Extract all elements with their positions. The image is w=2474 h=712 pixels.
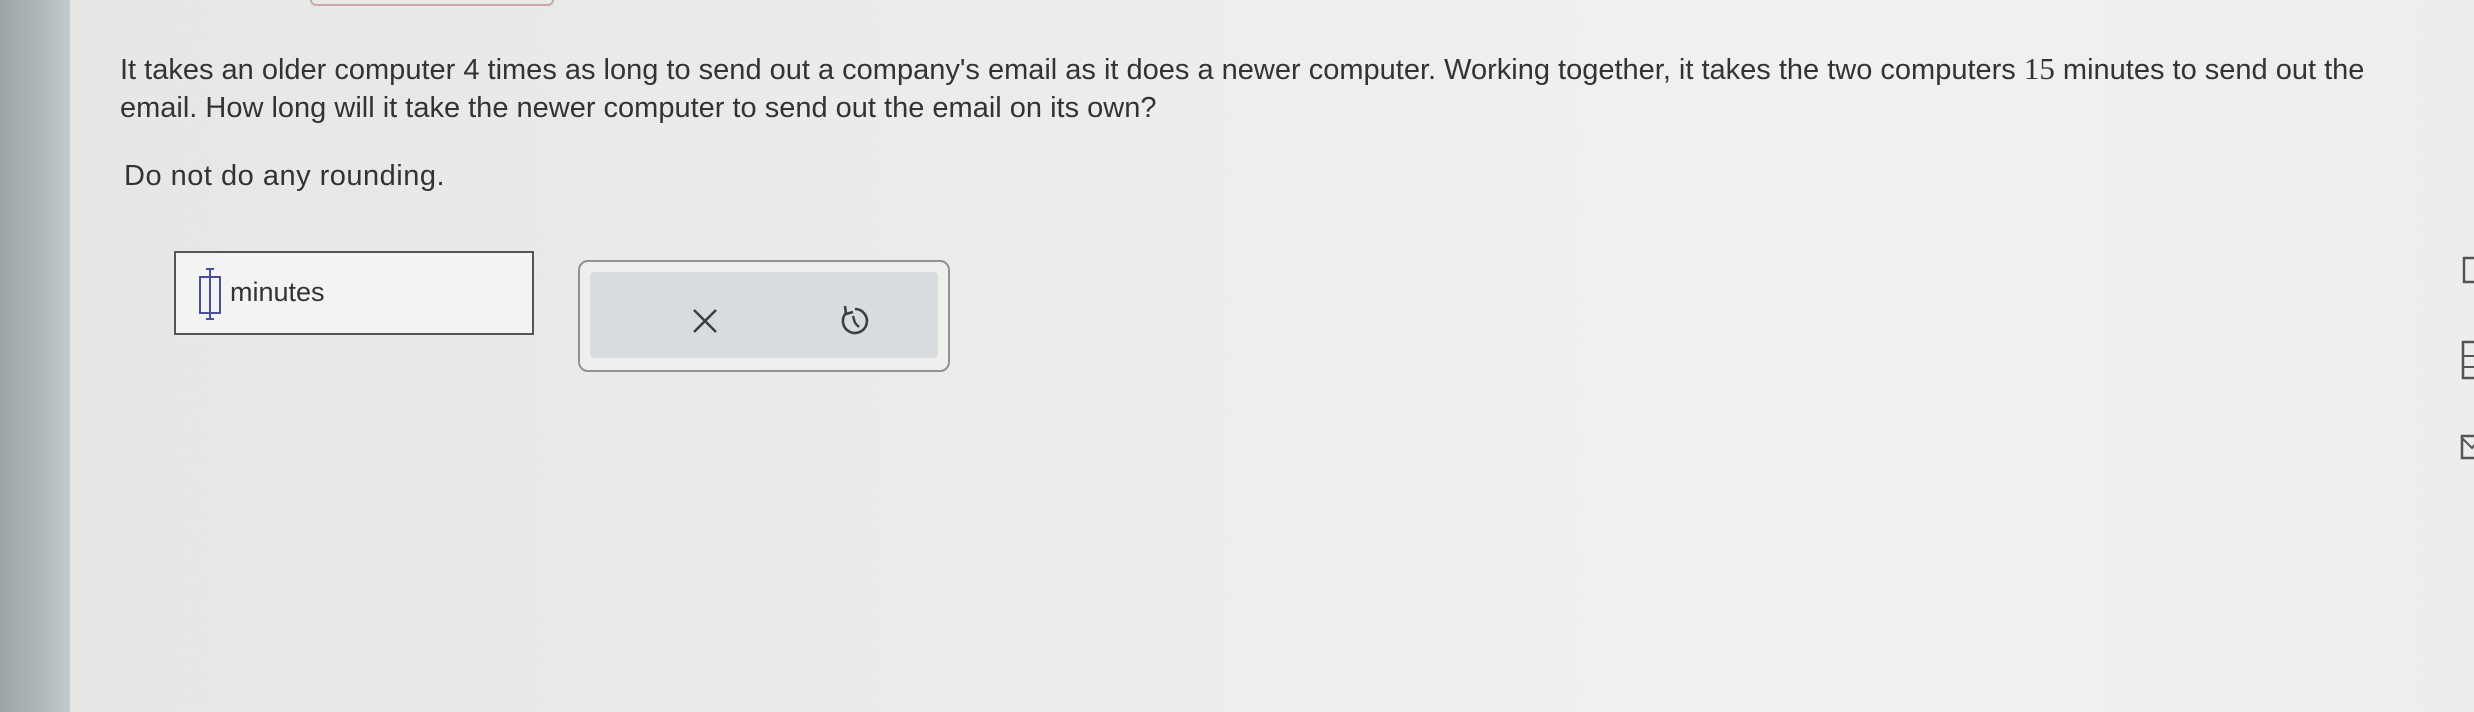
screen-bezel — [0, 0, 70, 712]
answer-input[interactable] — [196, 267, 226, 319]
answer-box[interactable]: minutes — [174, 251, 534, 335]
question-part-1: It takes an older computer 4 times as lo… — [120, 54, 2024, 86]
close-x-icon — [690, 306, 720, 341]
calculator-icon[interactable] — [2458, 340, 2474, 380]
question-text: It takes an older computer 4 times as lo… — [120, 50, 2410, 127]
clear-button[interactable] — [680, 298, 730, 348]
instruction-text: Do not do any rounding. — [124, 160, 446, 192]
answer-unit-label: minutes — [230, 277, 325, 307]
action-panel-inner — [590, 272, 938, 358]
mail-icon[interactable] — [2458, 432, 2474, 462]
panel-icon[interactable] — [2458, 255, 2474, 285]
undo-icon — [837, 303, 873, 344]
action-panel — [578, 260, 950, 372]
question-minutes-value: 15 — [2023, 51, 2055, 86]
undo-button[interactable] — [830, 298, 880, 348]
top-tab-edge — [310, 0, 554, 6]
